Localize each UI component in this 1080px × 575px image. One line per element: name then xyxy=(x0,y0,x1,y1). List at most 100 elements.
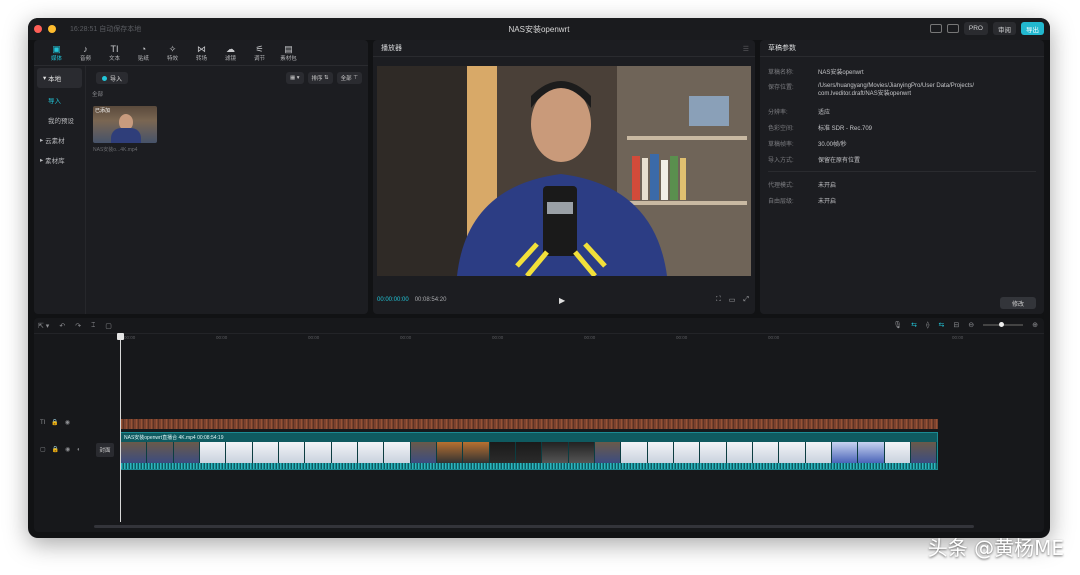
tool-text[interactable]: TI 文本 xyxy=(100,44,129,62)
clip-frame xyxy=(726,442,753,463)
review-button[interactable]: 审阅 xyxy=(993,22,1016,35)
sidebar-item-import[interactable]: 导入 xyxy=(34,90,85,110)
view-toggle-button[interactable]: ▦ ▾ xyxy=(286,72,304,84)
media-sidebar: ▾ 本地 导入 我的预设 ▸ 云素材 ▸ 素材库 xyxy=(34,66,86,314)
link-icon[interactable]: ⇆ xyxy=(911,321,917,329)
tick-label: 00:00 xyxy=(124,335,136,340)
expand-icon[interactable]: ⤢ xyxy=(743,296,749,304)
tool-transition[interactable]: ⋈ 转场 xyxy=(187,44,216,62)
watermark: 头条 @黄杨ME xyxy=(927,536,1064,560)
playhead[interactable] xyxy=(117,333,124,522)
minimize-window-button[interactable] xyxy=(48,25,56,33)
snap-icon[interactable]: ⟠ xyxy=(926,321,929,329)
clip-frame xyxy=(489,442,516,463)
properties-title: 草稿参数 xyxy=(760,40,1044,57)
lock-icon[interactable]: 🔒 xyxy=(51,419,58,426)
preview-axis-icon[interactable]: ⇆ xyxy=(939,321,945,329)
sidebar-item-my-presets[interactable]: 我的预设 xyxy=(34,110,85,130)
prop-row-free-layer: 自由层级: 未开启 xyxy=(760,192,1044,208)
video-preview[interactable] xyxy=(377,66,751,276)
pro-button[interactable]: PRO xyxy=(963,22,988,35)
menu-icon[interactable]: ☰ xyxy=(743,45,749,53)
undo-icon[interactable]: ↶ xyxy=(59,322,65,330)
prop-row-framerate: 草稿帧率: 30.00帧/秒 xyxy=(760,135,1044,151)
sidebar-item-cloud[interactable]: ▸ 云素材 xyxy=(34,130,85,150)
select-tool-icon[interactable]: ⇱ ▾ xyxy=(38,322,49,330)
clip-frame xyxy=(278,442,306,463)
thumbnail-filename: NAS安装o...4K.mp4 xyxy=(93,147,138,153)
media-icon: ▣ xyxy=(52,43,61,54)
clip-frame xyxy=(199,442,227,463)
tool-adjust[interactable]: ⚟ 调节 xyxy=(245,44,274,62)
media-thumbnail[interactable]: 已添加 xyxy=(93,106,157,143)
cover-button[interactable]: 封面 xyxy=(96,443,114,457)
clip-frame xyxy=(779,442,806,463)
text-track-icon: TI xyxy=(40,419,46,426)
prop-row-proxy: 代理模式: 未开启 xyxy=(760,176,1044,192)
zoom-slider[interactable] xyxy=(983,322,1024,327)
fullscreen-crop-icon[interactable]: ⛶ xyxy=(716,296,721,304)
prop-row-location: 保存位置: /Users/huangyang/Movies/JianyingPro… xyxy=(760,79,1044,103)
clip-frame xyxy=(357,442,385,463)
added-tag: 已添加 xyxy=(95,108,111,114)
clip-frame xyxy=(305,442,332,463)
delete-icon[interactable]: ▢ xyxy=(105,322,112,330)
prop-value: 保留在原有位置 xyxy=(818,157,861,164)
clip-frame xyxy=(515,442,543,463)
player-controls: 00:00:00:00 00:08:54:20 ▶ ⛶ ▭ ⤢ xyxy=(373,286,755,314)
eye-icon[interactable]: ◉ xyxy=(65,419,70,426)
prop-key: 自由层级: xyxy=(768,198,794,205)
tool-effects[interactable]: ✧ 特效 xyxy=(158,44,187,62)
clip-frame xyxy=(805,442,832,463)
close-window-button[interactable] xyxy=(34,25,42,33)
filter-icon: ☁ xyxy=(226,43,235,54)
prop-value: 标准 SDR - Rec.709 xyxy=(818,125,873,132)
timeline-scrollbar[interactable] xyxy=(94,525,974,528)
zoom-in-icon[interactable]: ⊕ xyxy=(1032,321,1038,329)
clip-label: NAS安装openwrt直播合 4K.mp4 00:08:54:19 xyxy=(124,435,224,441)
import-label: 导入 xyxy=(110,76,123,83)
audio-mute-icon[interactable]: ◖ xyxy=(76,447,80,453)
align-icon[interactable]: ⊟ xyxy=(953,321,959,329)
clip-frame xyxy=(331,442,358,463)
clip-frame xyxy=(252,442,279,463)
export-button[interactable]: 导出 xyxy=(1021,22,1044,35)
clip-frame xyxy=(884,442,911,463)
tool-sticker[interactable]: ◔ 贴纸 xyxy=(129,44,158,62)
filter-button[interactable]: 全部 ⊤ xyxy=(336,72,362,84)
zoom-out-icon[interactable]: ⊖ xyxy=(968,321,974,329)
sort-button[interactable]: 排序 ⇅ xyxy=(307,72,333,84)
microphone-icon[interactable]: 🎙 xyxy=(893,321,902,329)
video-clip[interactable]: NAS安装openwrt直播合 4K.mp4 00:08:54:19 xyxy=(120,432,938,470)
filter-label: 全部 xyxy=(340,76,352,82)
prop-value: /Users/huangyang/Movies/JianyingPro/User… xyxy=(818,83,975,97)
clip-frame xyxy=(147,442,174,463)
tool-pack[interactable]: ▤ 素材包 xyxy=(274,44,303,62)
media-toolbar: ▣ 媒体 ♪ 音频 TI 文本 ◔ 贴纸 ✧ 特效 ⋈ 转场 ☁ 滤镜 ⚟ 调节 ▤ 素材包 xyxy=(34,40,368,66)
ratio-icon[interactable]: ▭ xyxy=(729,296,736,304)
audio-waveform-track[interactable] xyxy=(120,419,938,429)
player-panel: 播放器 ☰ 00:00:00:00 00:08:54:20 ▶ ⛶ ▭ ⤢ xyxy=(373,40,755,314)
modify-button[interactable]: 修改 xyxy=(999,297,1036,309)
play-icon[interactable]: ▶ xyxy=(559,296,565,305)
autosave-status: 16:28:51 自动保存本地 xyxy=(70,26,142,33)
tool-filter[interactable]: ☁ 滤镜 xyxy=(216,44,245,62)
split-icon[interactable]: ⌶ xyxy=(91,322,95,330)
tool-media[interactable]: ▣ 媒体 xyxy=(42,44,71,62)
clip-frame xyxy=(752,442,780,463)
layout-icon[interactable] xyxy=(929,24,942,33)
sidebar-item-local[interactable]: ▾ 本地 xyxy=(37,68,82,88)
lock-icon[interactable]: 🔒 xyxy=(52,446,59,453)
time-ruler[interactable]: 00:00 00:00 00:00 00:00 00:00 00:00 00:0… xyxy=(120,334,1044,344)
redo-icon[interactable]: ↷ xyxy=(75,322,81,330)
window-title: NAS安装openwrt xyxy=(508,24,570,34)
sidebar-item-library[interactable]: ▸ 素材库 xyxy=(34,150,85,170)
tool-audio[interactable]: ♪ 音频 xyxy=(71,44,100,62)
app-window: 16:28:51 自动保存本地 NAS安装openwrt PRO 审阅 导出 ▣… xyxy=(28,18,1050,538)
ratio-icon[interactable] xyxy=(946,24,959,33)
video-track-controls: ▢ 🔒 ◉ ◖ xyxy=(40,446,80,454)
import-button[interactable]: 导入 xyxy=(96,72,129,84)
eye-icon[interactable]: ◉ xyxy=(65,446,70,453)
sidebar-item-label: 本地 xyxy=(48,76,62,83)
clip-frame xyxy=(436,442,464,463)
